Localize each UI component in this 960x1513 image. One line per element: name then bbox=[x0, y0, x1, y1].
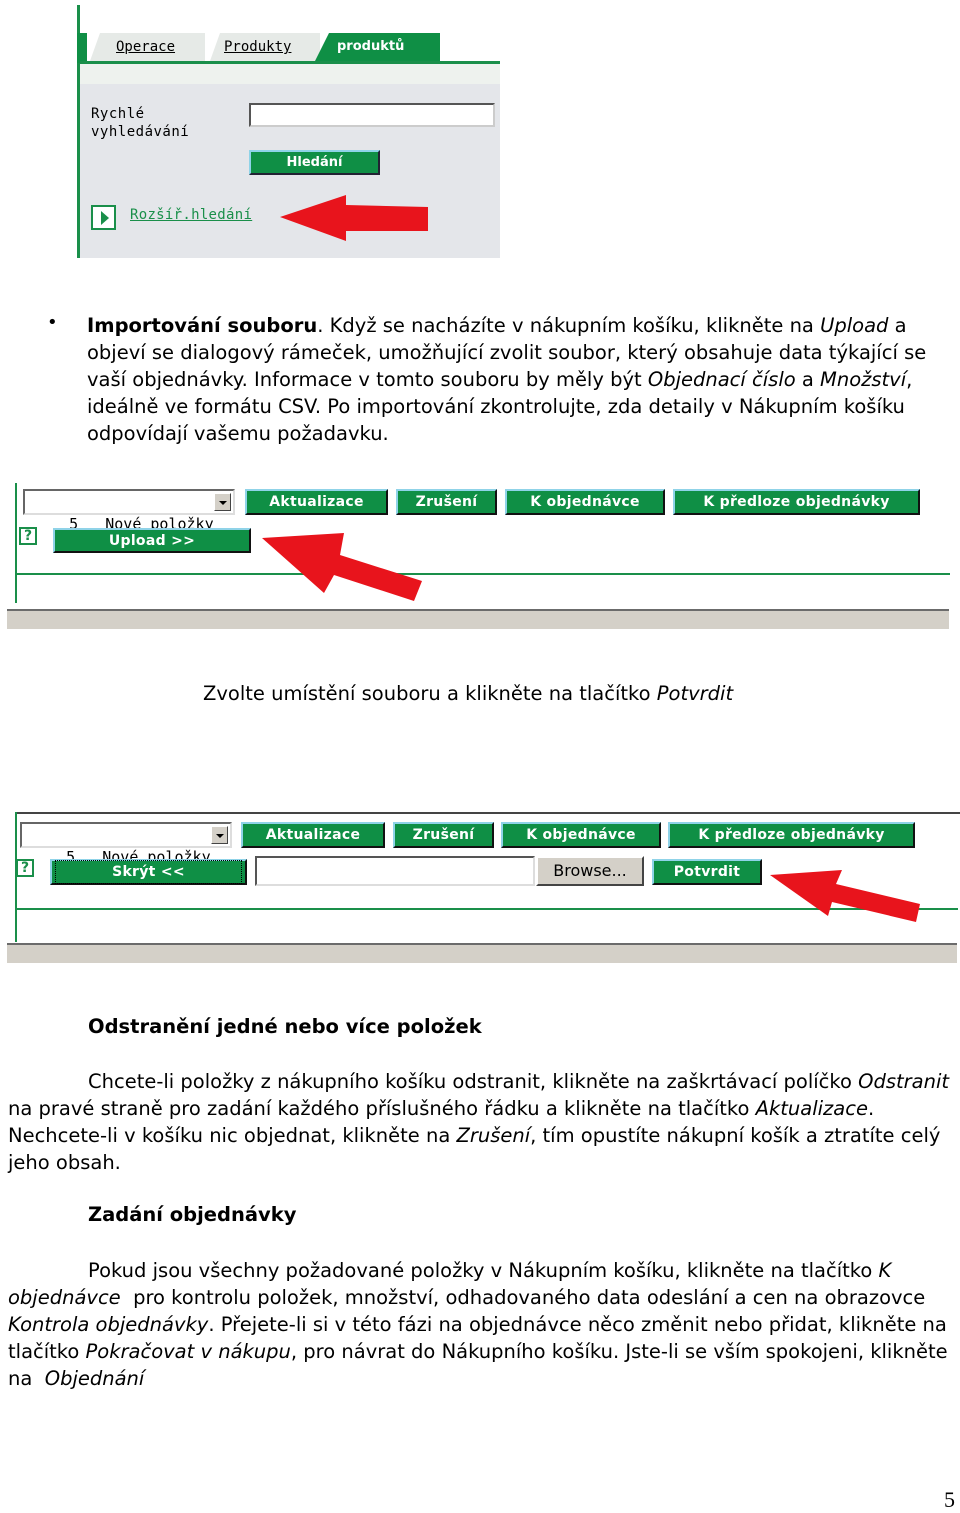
text-span: a bbox=[795, 368, 821, 391]
text-span: na pravé straně pro zadání každého přísl… bbox=[8, 1097, 756, 1120]
cancel-button[interactable]: Zrušení bbox=[393, 822, 494, 848]
to-order-button[interactable]: K objednávce bbox=[505, 489, 665, 515]
confirm-button[interactable]: Potvrdit bbox=[652, 859, 762, 885]
advanced-search-link[interactable]: Rozšíř.hledání bbox=[130, 207, 252, 223]
page-number: 5 bbox=[944, 1487, 955, 1512]
search-button[interactable]: Hledání bbox=[249, 150, 380, 175]
update-button[interactable]: Aktualizace bbox=[241, 822, 385, 848]
text-span: Pokud jsou všechny požadované položky v … bbox=[88, 1259, 879, 1282]
place-order-heading: Zadání objednávky bbox=[88, 1203, 297, 1226]
remove-items-paragraph: Chcete-li položky z nákupního košíku ods… bbox=[8, 1068, 960, 1176]
to-order-button[interactable]: K objednávce bbox=[501, 822, 661, 848]
upload-button[interactable]: Upload >> bbox=[53, 528, 251, 553]
items-select[interactable]: 5 Nové položky bbox=[20, 822, 232, 866]
chevron-down-icon[interactable] bbox=[211, 826, 228, 844]
remove-items-heading: Odstranění jedné nebo více položek bbox=[88, 1015, 482, 1038]
to-order-template-button[interactable]: K předloze objednávky bbox=[668, 822, 915, 848]
order-term: Objednání bbox=[44, 1367, 145, 1390]
upload-term: Upload bbox=[820, 314, 889, 337]
quantity-term: Množství bbox=[820, 368, 907, 391]
panel-header-band bbox=[80, 64, 500, 84]
bullet-icon: • bbox=[47, 312, 58, 333]
text-span: . Když se nacházíte v nákupním košíku, k… bbox=[317, 314, 821, 337]
quick-search-input[interactable] bbox=[249, 103, 495, 127]
chevron-down-icon[interactable] bbox=[214, 493, 231, 511]
caption: Zvolte umístění souboru a klikněte na tl… bbox=[203, 680, 733, 707]
panel-tab-edge bbox=[77, 33, 87, 63]
quick-search-label-line2: vyhledávání bbox=[91, 124, 190, 140]
browse-button[interactable]: Browse... bbox=[536, 856, 644, 886]
caption-text: Zvolte umístění souboru a klikněte na tl… bbox=[203, 682, 657, 705]
cancel-button[interactable]: Zrušení bbox=[396, 489, 497, 515]
tab-produkty[interactable]: Produkty bbox=[210, 33, 320, 61]
quick-search-label: Rychlé vyhledávání bbox=[91, 105, 189, 141]
cancel-term: Zrušení bbox=[456, 1124, 531, 1147]
red-arrow-icon bbox=[770, 870, 920, 922]
quick-search-label-line1: Rychlé bbox=[91, 106, 145, 122]
text-span: Chcete-li položky z nákupního košíku ods… bbox=[88, 1070, 859, 1093]
text-span: pro kontrolu položek, množství, odhadova… bbox=[120, 1286, 932, 1309]
tab-produktu[interactable]: produktů bbox=[315, 33, 440, 61]
continue-shopping-term: Pokračovat v nákupu bbox=[85, 1340, 291, 1363]
caption-term: Potvrdit bbox=[656, 682, 734, 705]
red-arrow-icon bbox=[280, 195, 428, 241]
place-order-paragraph: Pokud jsou všechny požadované položky v … bbox=[8, 1257, 960, 1392]
import-paragraph: Importování souboru. Když se nacházíte v… bbox=[87, 312, 957, 447]
divider bbox=[15, 573, 950, 575]
update-term: Aktualizace bbox=[755, 1097, 868, 1120]
order-review-term: Kontrola objednávky bbox=[8, 1313, 209, 1336]
hide-button-label: Skrýt << bbox=[54, 860, 243, 884]
frame-top bbox=[15, 812, 960, 814]
file-path-input[interactable] bbox=[255, 856, 535, 886]
help-icon[interactable]: ? bbox=[19, 527, 37, 545]
update-button[interactable]: Aktualizace bbox=[245, 489, 388, 515]
hide-button[interactable]: Skrýt << bbox=[50, 859, 247, 885]
tab-operace[interactable]: Operace bbox=[90, 33, 205, 61]
frame-left bbox=[15, 483, 17, 603]
play-arrow-icon[interactable] bbox=[91, 205, 116, 230]
red-arrow-icon bbox=[262, 533, 422, 601]
remove-term: Odstranit bbox=[858, 1070, 950, 1093]
order-number-term: Objednací číslo bbox=[647, 368, 796, 391]
help-icon[interactable]: ? bbox=[16, 859, 34, 877]
frame-left bbox=[15, 812, 17, 942]
status-bar bbox=[7, 609, 949, 629]
to-order-template-button[interactable]: K předloze objednávky bbox=[673, 489, 920, 515]
import-title: Importování souboru bbox=[87, 314, 318, 337]
items-select[interactable]: 5 Nové položky bbox=[23, 489, 235, 533]
status-bar bbox=[7, 943, 957, 963]
cart-toolbar-screenshot-1: 5 Nové položky Aktualizace Zrušení K obj… bbox=[0, 483, 960, 629]
